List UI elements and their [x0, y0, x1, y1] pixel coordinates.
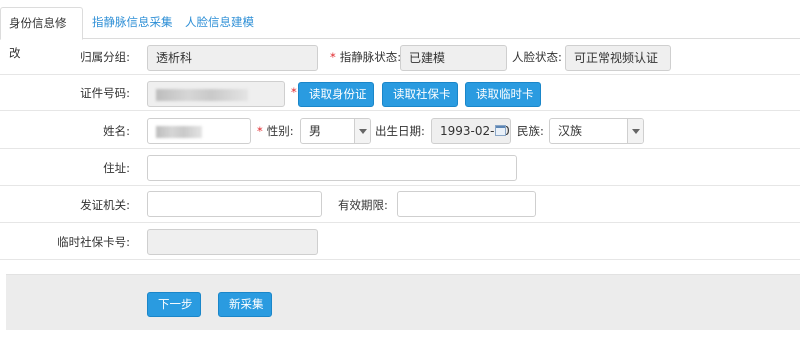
address-label: 住址: [103, 161, 130, 175]
group-field: 透析科 [147, 45, 318, 71]
name-label: 姓名: [103, 124, 130, 138]
required-marker: * [291, 85, 297, 99]
gender-value: 男 [309, 124, 322, 138]
read-id-card-button[interactable]: 读取身份证 [298, 82, 374, 107]
action-bar: 下一步 新采集 [6, 274, 800, 330]
form-row-address: 住址: [0, 149, 800, 186]
validity-label: 有效期限: [338, 198, 388, 212]
ethnicity-value: 汉族 [558, 124, 583, 138]
gender-select[interactable]: 男 [300, 118, 371, 144]
vein-status-label: * 指静脉状态: [330, 49, 401, 65]
read-social-card-button[interactable]: 读取社保卡 [382, 82, 458, 107]
vein-status-label-text: 指静脉状态: [339, 50, 402, 64]
birthdate-label: 出生日期: [375, 124, 425, 138]
recollect-button[interactable]: 新采集 [218, 292, 272, 317]
issuer-label: 发证机关: [80, 198, 130, 212]
chevron-down-icon [354, 119, 370, 143]
form-row-issuer: 发证机关: 有效期限: [0, 186, 800, 223]
gender-label: * 性别: [257, 123, 294, 139]
id-number-field[interactable] [147, 81, 285, 107]
id-number-label: 证件号码: [80, 86, 130, 100]
validity-field[interactable] [397, 191, 536, 217]
read-temp-card-button[interactable]: 读取临时卡 [465, 82, 541, 107]
chevron-down-icon [627, 119, 643, 143]
tab-face-modeling[interactable]: 人脸信息建模 [177, 7, 262, 40]
form-row-personal: 姓名: * 性别: 男 出生日期: 1993-02-10 民族: 汉族 [0, 111, 800, 149]
form-row-id-number: 证件号码: * 读取身份证 读取社保卡 读取临时卡 [0, 75, 800, 111]
tab-vein-collection[interactable]: 指静脉信息采集 [84, 7, 181, 40]
face-status-field: 可正常视频认证 [565, 45, 671, 71]
face-status-label: 人脸状态: [512, 50, 562, 64]
required-marker: * [330, 50, 336, 64]
ethnicity-select[interactable]: 汉族 [549, 118, 644, 144]
required-marker: * [257, 124, 263, 138]
gender-label-text: 性别: [266, 124, 294, 138]
temp-social-card-label: 临时社保卡号: [57, 235, 130, 249]
group-label: 归属分组: [80, 50, 130, 64]
temp-social-card-field [147, 229, 318, 255]
redacted-name [156, 125, 202, 138]
address-field[interactable] [147, 155, 517, 181]
vein-status-field: 已建模 [400, 45, 507, 71]
tab-identity-edit[interactable]: 身份信息修改 [0, 7, 83, 60]
next-step-button[interactable]: 下一步 [147, 292, 201, 317]
issuer-field[interactable] [147, 191, 322, 217]
birthdate-field[interactable]: 1993-02-10 [431, 118, 511, 144]
ethnicity-label: 民族: [517, 124, 544, 138]
calendar-icon[interactable] [495, 125, 506, 136]
tab-bar: 身份信息修改 指静脉信息采集 人脸信息建模 [0, 0, 800, 60]
form-row-temp-social: 临时社保卡号: [0, 223, 800, 260]
redacted-id-number [156, 88, 248, 101]
form-row-status: 归属分组: 透析科 * 指静脉状态: 已建模 人脸状态: 可正常视频认证 [0, 39, 800, 75]
name-field[interactable] [147, 118, 251, 144]
